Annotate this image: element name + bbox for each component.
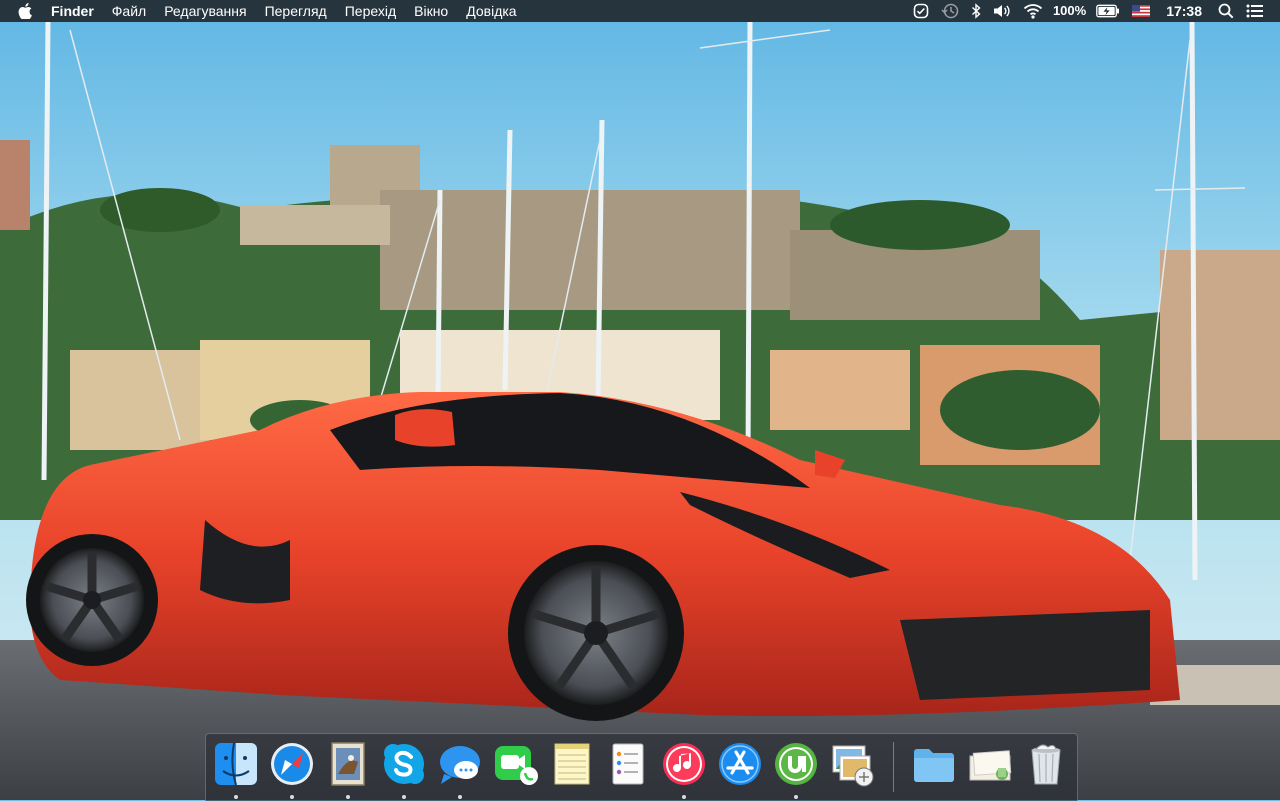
running-indicator bbox=[458, 795, 462, 799]
dock-downloads-stack[interactable] bbox=[966, 740, 1014, 788]
photos-icon bbox=[832, 745, 874, 787]
notes-icon bbox=[554, 743, 590, 785]
dock bbox=[205, 733, 1078, 801]
safari-icon bbox=[271, 743, 313, 785]
running-indicator bbox=[346, 795, 350, 799]
battery-charging-icon[interactable] bbox=[1090, 0, 1126, 22]
running-indicator bbox=[794, 795, 798, 799]
clipboard-check-icon[interactable] bbox=[907, 0, 935, 22]
dock-itunes[interactable] bbox=[660, 740, 708, 788]
desktop-wallpaper bbox=[0, 0, 1280, 800]
dock-notes[interactable] bbox=[548, 740, 596, 788]
apple-logo-icon[interactable] bbox=[12, 0, 42, 22]
dock-skype[interactable] bbox=[380, 740, 428, 788]
wifi-icon[interactable] bbox=[1017, 0, 1049, 22]
dock-messages[interactable] bbox=[436, 740, 484, 788]
volume-icon[interactable] bbox=[987, 0, 1017, 22]
menu-edit[interactable]: Редагування bbox=[155, 0, 255, 22]
dock-preview[interactable] bbox=[324, 740, 372, 788]
facetime-icon bbox=[495, 746, 538, 785]
menu-app-name[interactable]: Finder bbox=[42, 0, 103, 22]
dock-finder[interactable] bbox=[212, 740, 260, 788]
dock-safari[interactable] bbox=[268, 740, 316, 788]
us-flag-icon[interactable] bbox=[1126, 0, 1156, 22]
running-indicator bbox=[290, 795, 294, 799]
dock-facetime[interactable] bbox=[492, 740, 540, 788]
app-store-icon bbox=[719, 743, 761, 785]
preview-icon bbox=[331, 742, 365, 786]
dock-photos[interactable] bbox=[828, 740, 876, 788]
time-machine-icon[interactable] bbox=[935, 0, 965, 22]
menu-go[interactable]: Перехід bbox=[336, 0, 405, 22]
battery-percent[interactable]: 100% bbox=[1049, 0, 1090, 22]
downloads-stack-icon bbox=[969, 750, 1012, 781]
menu-file[interactable]: Файл bbox=[103, 0, 155, 22]
menu-bar: Finder Файл Редагування Перегляд Перехід… bbox=[0, 0, 1280, 22]
dock-trash[interactable] bbox=[1022, 740, 1070, 788]
menu-clock[interactable]: 17:38 bbox=[1156, 0, 1212, 22]
running-indicator bbox=[234, 795, 238, 799]
running-indicator bbox=[682, 795, 686, 799]
folder-icon bbox=[914, 749, 954, 782]
utorrent-icon bbox=[775, 743, 817, 785]
menu-view[interactable]: Перегляд bbox=[256, 0, 336, 22]
dock-app-store[interactable] bbox=[716, 740, 764, 788]
bluetooth-icon[interactable] bbox=[965, 0, 987, 22]
skype-icon bbox=[384, 744, 424, 784]
dock-separator bbox=[893, 742, 894, 792]
menu-help[interactable]: Довідка bbox=[457, 0, 525, 22]
notification-center-icon[interactable] bbox=[1240, 0, 1270, 22]
running-indicator bbox=[402, 795, 406, 799]
dock-applications-folder[interactable] bbox=[910, 740, 958, 788]
dock-utorrent[interactable] bbox=[772, 740, 820, 788]
itunes-icon bbox=[663, 743, 705, 785]
trash-icon bbox=[1031, 744, 1061, 785]
dock-reminders[interactable] bbox=[604, 740, 652, 788]
reminders-icon bbox=[612, 743, 644, 785]
spotlight-search-icon[interactable] bbox=[1212, 0, 1240, 22]
finder-icon bbox=[215, 742, 257, 786]
menu-window[interactable]: Вікно bbox=[405, 0, 457, 22]
messages-icon bbox=[440, 746, 480, 784]
